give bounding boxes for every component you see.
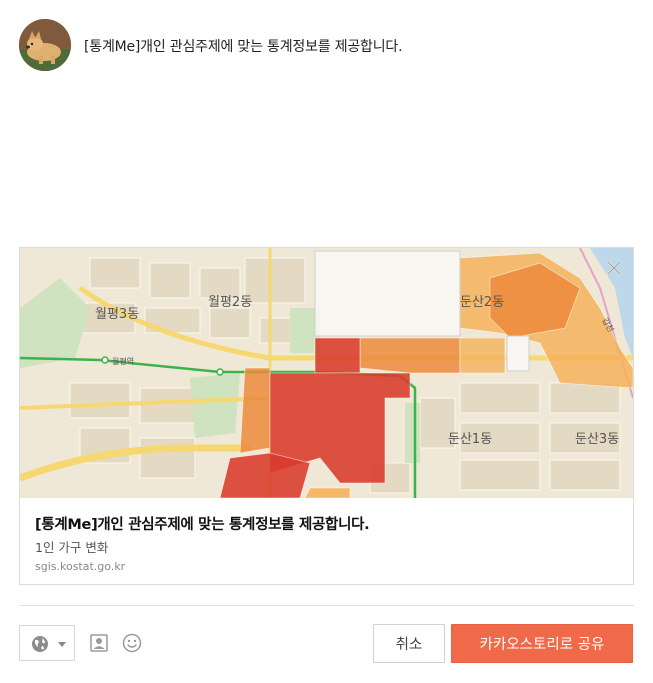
link-preview-card[interactable]: 월평3동 월평2동 둔산1동 둔산2동 둔산3동 월평역 갑천 [통계Me]개인…: [19, 247, 634, 585]
avatar-dog-image: [19, 19, 71, 71]
map-label-dunsan1: 둔산1동: [448, 432, 492, 447]
globe-icon: [32, 636, 48, 652]
divider: [19, 605, 634, 606]
map-label-dunsan2: 둔산2동: [460, 295, 504, 310]
map-label-wolpyeong-station: 월평역: [112, 356, 134, 366]
cancel-button[interactable]: 취소: [373, 624, 445, 663]
emoticon-icon[interactable]: [122, 633, 142, 653]
privacy-select[interactable]: [19, 625, 75, 661]
map-label-wolpyeong2: 월평2동: [208, 295, 252, 310]
map-label-dunsan3: 둔산3동: [575, 432, 619, 447]
card-title[interactable]: [통계Me]개인 관심주제에 맞는 통계정보를 제공합니다.: [35, 513, 370, 534]
map-thumbnail: 월평3동 월평2동 둔산1동 둔산2동 둔산3동 월평역 갑천: [20, 248, 633, 498]
avatar[interactable]: [19, 19, 71, 71]
card-description: 1인 가구 변화: [35, 540, 109, 555]
post-message[interactable]: [통계Me]개인 관심주제에 맞는 통계정보를 제공합니다.: [84, 36, 403, 56]
card-domain: sgis.kostat.go.kr: [35, 560, 126, 573]
person-tag-icon[interactable]: [89, 633, 109, 653]
close-icon[interactable]: [605, 259, 623, 277]
map-label-wolpyeong3: 월평3동: [95, 307, 139, 322]
caret-down-icon: [58, 642, 66, 647]
choropleth-map: 월평3동 월평2동 둔산1동 둔산2동 둔산3동 월평역 갑천: [20, 248, 633, 498]
share-to-kakaostory-button[interactable]: 카카오스토리로 공유: [451, 624, 633, 663]
